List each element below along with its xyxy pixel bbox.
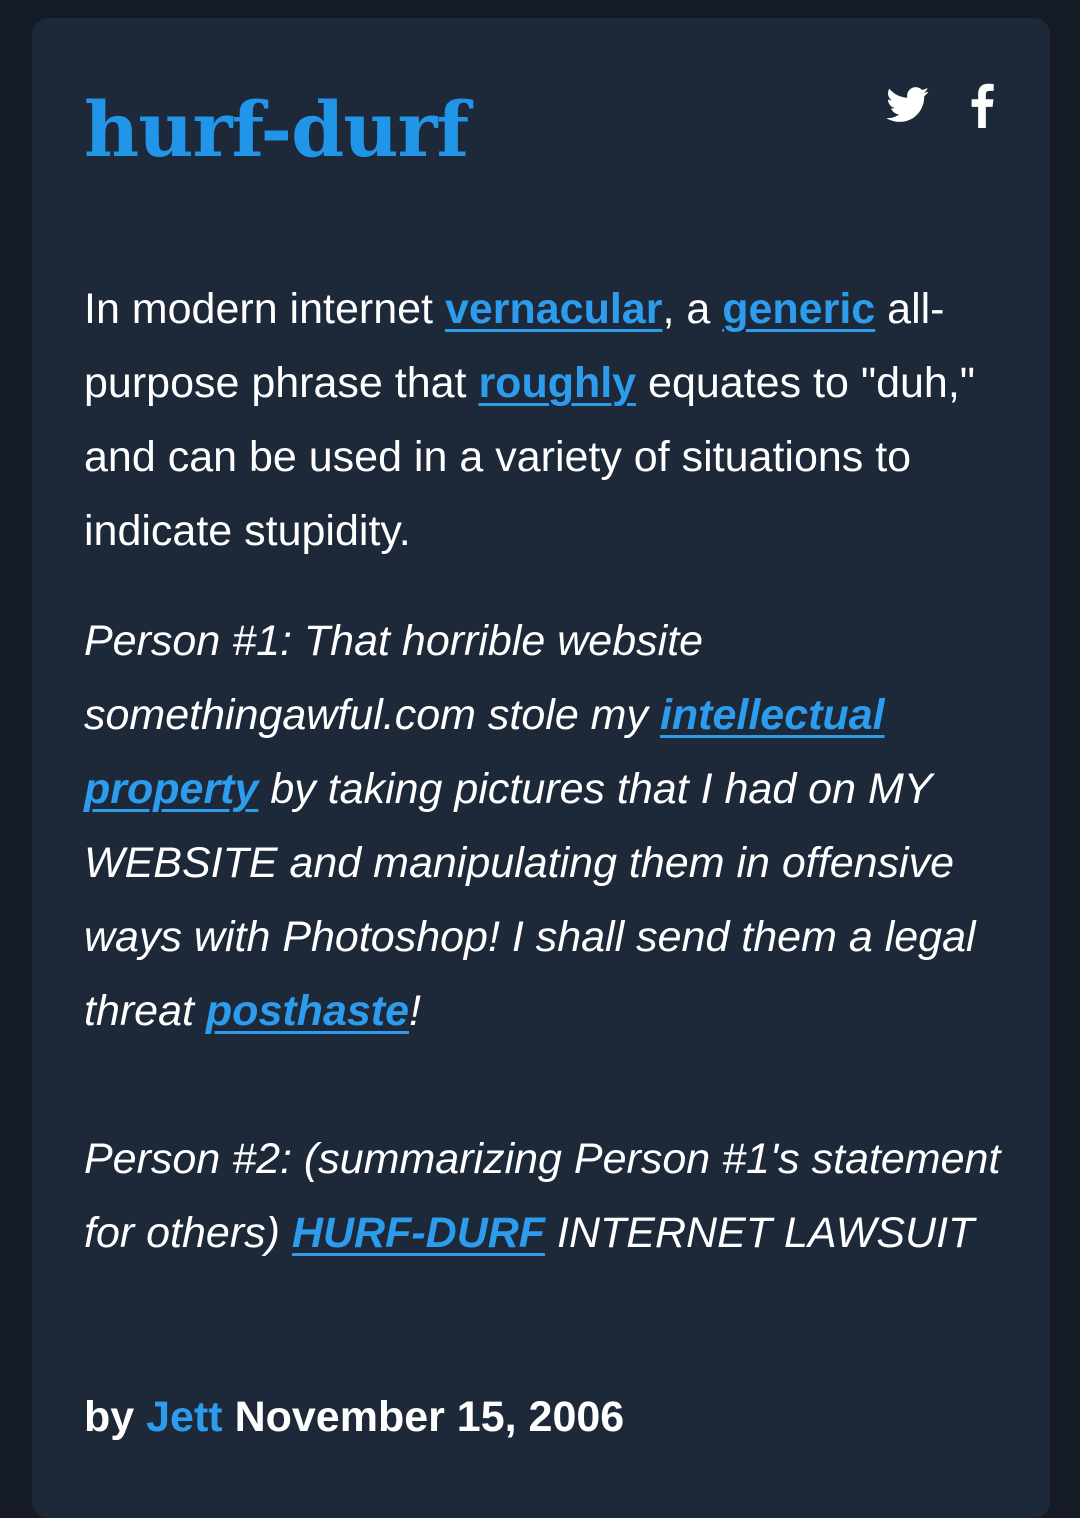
definition-meaning: In modern internet vernacular, a generic… <box>84 272 1004 568</box>
example-text: ! <box>409 987 421 1035</box>
term-link-posthaste[interactable]: posthaste <box>206 987 409 1035</box>
term-link-generic[interactable]: generic <box>722 285 875 333</box>
share-buttons <box>886 82 994 133</box>
example-spacer <box>84 1048 1014 1122</box>
meaning-text: In modern internet <box>84 285 445 333</box>
meaning-text: , a <box>662 285 723 333</box>
term-link-roughly[interactable]: roughly <box>478 359 636 407</box>
definition-example: Person #1: That horrible website somethi… <box>84 604 1014 1270</box>
example-text: Person #1: That horrible website somethi… <box>84 617 704 739</box>
contributor-byline: by Jett November 15, 2006 <box>84 1380 624 1454</box>
word-title[interactable]: hurf-durf <box>84 80 469 180</box>
example-text: INTERNET LAWSUIT <box>545 1209 975 1257</box>
term-link-vernacular[interactable]: vernacular <box>445 285 663 333</box>
term-link-hurf-durf[interactable]: HURF-DURF <box>292 1209 545 1257</box>
definition-card: hurf-durf In modern internet vernacular,… <box>32 18 1050 1518</box>
post-date: November 15, 2006 <box>234 1393 625 1441</box>
author-link[interactable]: Jett <box>146 1393 222 1441</box>
facebook-icon[interactable] <box>970 82 994 133</box>
byline-prefix: by <box>84 1393 135 1441</box>
twitter-icon[interactable] <box>886 87 930 128</box>
